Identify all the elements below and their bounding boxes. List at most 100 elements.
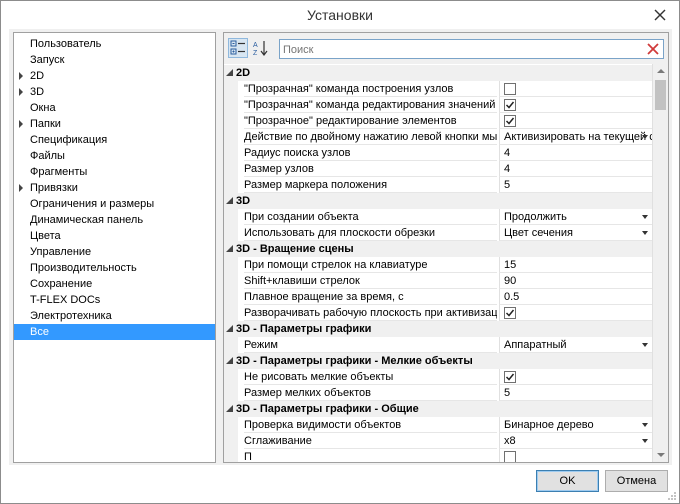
property-row[interactable]: Радиус поиска узлов 4	[224, 145, 652, 161]
expand-arrow-icon[interactable]	[19, 88, 23, 96]
tree-item[interactable]: Производительность	[14, 260, 215, 276]
collapse-icon[interactable]	[226, 357, 233, 364]
property-value-cell[interactable]	[499, 449, 652, 462]
property-checkbox[interactable]	[504, 83, 516, 95]
property-row[interactable]: При создании объекта Продолжить	[224, 209, 652, 225]
tree-item[interactable]: 2D	[14, 68, 215, 84]
tree-item[interactable]: Привязки	[14, 180, 215, 196]
tree-item[interactable]: 3D	[14, 84, 215, 100]
property-value-cell[interactable]: x8	[499, 433, 652, 449]
property-value-cell[interactable]: Бинарное дерево	[499, 417, 652, 433]
tree-item[interactable]: Пользователь	[14, 36, 215, 52]
resize-grip-icon[interactable]	[667, 491, 677, 501]
expand-arrow-icon[interactable]	[19, 120, 23, 128]
property-value-cell[interactable]: Аппаратный	[499, 337, 652, 353]
property-row[interactable]: П	[224, 449, 652, 462]
tree-item[interactable]: Ограничения и размеры	[14, 196, 215, 212]
tree-item[interactable]: Все	[14, 324, 215, 340]
vertical-scrollbar[interactable]	[652, 64, 668, 462]
property-row[interactable]: Не рисовать мелкие объекты	[224, 369, 652, 385]
property-row[interactable]: При помощи стрелок на клавиатуре 15	[224, 257, 652, 273]
property-checkbox[interactable]	[504, 115, 516, 127]
tree-item[interactable]: Окна	[14, 100, 215, 116]
clear-search-button[interactable]	[645, 41, 661, 57]
property-value-cell[interactable]	[499, 305, 652, 321]
category-row[interactable]: 3D - Параметры графики	[224, 321, 652, 337]
tree-item[interactable]: Файлы	[14, 148, 215, 164]
property-value-cell[interactable]	[499, 369, 652, 385]
tree-item[interactable]: Фрагменты	[14, 164, 215, 180]
tree-item[interactable]: Спецификация	[14, 132, 215, 148]
property-value-cell[interactable]: Активизировать на текущей с	[499, 129, 652, 145]
category-row[interactable]: 2D	[224, 65, 652, 81]
property-value-cell[interactable]: 4	[499, 161, 652, 177]
dropdown-arrow-icon[interactable]	[642, 343, 648, 347]
sort-alphabetical-button[interactable]: A Z	[251, 38, 271, 58]
category-tree[interactable]: Пользователь Запуск 2D 3D Окна Папки Специфика…	[13, 32, 216, 463]
categorized-view-button[interactable]	[228, 38, 248, 58]
property-value-cell[interactable]: Продолжить	[499, 209, 652, 225]
search-input[interactable]	[283, 42, 623, 57]
property-value-cell[interactable]: 90	[499, 273, 652, 289]
ok-button[interactable]: OK	[536, 470, 599, 492]
dropdown-arrow-icon[interactable]	[642, 231, 648, 235]
property-row[interactable]: Размер узлов 4	[224, 161, 652, 177]
title-bar[interactable]: Установки	[1, 1, 679, 29]
property-row[interactable]: "Прозрачная" команда построения узлов	[224, 81, 652, 97]
property-row[interactable]: Сглаживание x8	[224, 433, 652, 449]
property-value-cell[interactable]: 0.5	[499, 289, 652, 305]
scroll-thumb[interactable]	[655, 80, 666, 110]
property-row[interactable]: Размер мелких объектов 5	[224, 385, 652, 401]
cancel-button[interactable]: Отмена	[605, 470, 668, 492]
tree-item[interactable]: Цвета	[14, 228, 215, 244]
expand-arrow-icon[interactable]	[19, 184, 23, 192]
tree-item[interactable]: Запуск	[14, 52, 215, 68]
category-row[interactable]: 3D	[224, 193, 652, 209]
category-row[interactable]: 3D - Параметры графики - Мелкие объекты	[224, 353, 652, 369]
collapse-icon[interactable]	[226, 325, 233, 332]
property-checkbox[interactable]	[504, 451, 516, 462]
property-row[interactable]: "Прозрачная" команда редактирования знач…	[224, 97, 652, 113]
search-box[interactable]	[279, 39, 664, 59]
property-row[interactable]: Проверка видимости объектов Бинарное дере…	[224, 417, 652, 433]
tree-item[interactable]: Управление	[14, 244, 215, 260]
property-value-cell[interactable]	[499, 97, 652, 113]
property-row[interactable]: Плавное вращение за время, с 0.5	[224, 289, 652, 305]
collapse-icon[interactable]	[226, 69, 233, 76]
property-value-cell[interactable]: Цвет сечения	[499, 225, 652, 241]
dropdown-arrow-icon[interactable]	[642, 215, 648, 219]
expand-arrow-icon[interactable]	[19, 72, 23, 80]
collapse-icon[interactable]	[226, 245, 233, 252]
category-row[interactable]: 3D - Вращение сцены	[224, 241, 652, 257]
category-row[interactable]: 3D - Параметры графики - Общие	[224, 401, 652, 417]
scroll-down-icon[interactable]	[657, 453, 665, 457]
property-row[interactable]: Разворачивать рабочую плоскость при акти…	[224, 305, 652, 321]
dropdown-arrow-icon[interactable]	[642, 135, 648, 139]
property-row[interactable]: Использовать для плоскости обрезки Цвет с…	[224, 225, 652, 241]
property-value-cell[interactable]: 5	[499, 177, 652, 193]
scroll-up-icon[interactable]	[657, 69, 665, 73]
property-value-cell[interactable]: 4	[499, 145, 652, 161]
property-checkbox[interactable]	[504, 371, 516, 383]
tree-item[interactable]: T-FLEX DOCs	[14, 292, 215, 308]
property-value-cell[interactable]: 5	[499, 385, 652, 401]
dropdown-arrow-icon[interactable]	[642, 423, 648, 427]
property-row[interactable]: Shift+клавиши стрелок 90	[224, 273, 652, 289]
property-value-cell[interactable]: 15	[499, 257, 652, 273]
tree-item[interactable]: Электротехника	[14, 308, 215, 324]
tree-item[interactable]: Сохранение	[14, 276, 215, 292]
collapse-icon[interactable]	[226, 405, 233, 412]
property-checkbox[interactable]	[504, 307, 516, 319]
collapse-icon[interactable]	[226, 197, 233, 204]
property-row[interactable]: Размер маркера положения 5	[224, 177, 652, 193]
property-value-cell[interactable]	[499, 81, 652, 97]
property-row[interactable]: "Прозрачное" редактирование элементов	[224, 113, 652, 129]
property-checkbox[interactable]	[504, 99, 516, 111]
close-button[interactable]	[651, 6, 669, 24]
property-row[interactable]: Действие по двойному нажатию левой кнопк…	[224, 129, 652, 145]
tree-item[interactable]: Папки	[14, 116, 215, 132]
property-value-cell[interactable]	[499, 113, 652, 129]
property-row[interactable]: Режим Аппаратный	[224, 337, 652, 353]
dropdown-arrow-icon[interactable]	[642, 439, 648, 443]
tree-item[interactable]: Динамическая панель	[14, 212, 215, 228]
